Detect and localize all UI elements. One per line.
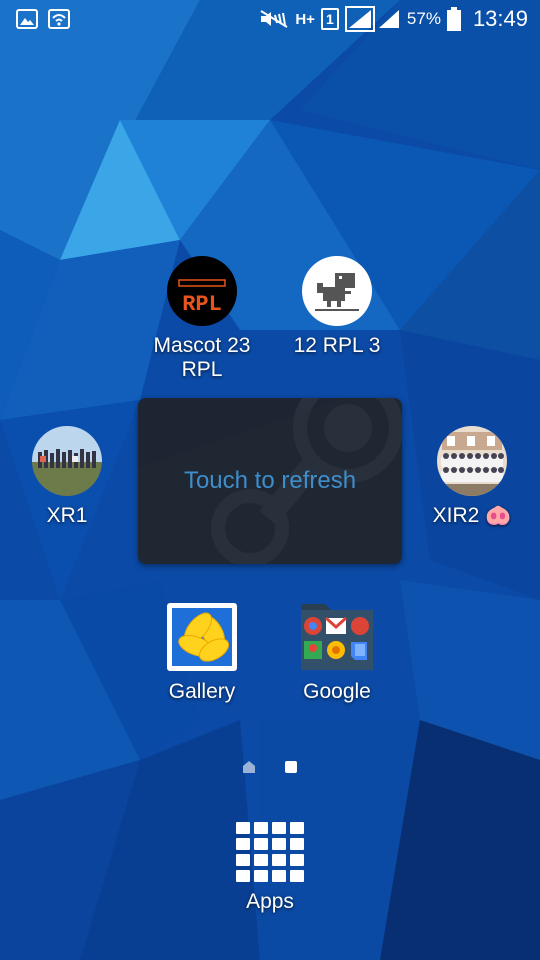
battery-icon [446, 7, 461, 31]
clock: 13:49 [472, 6, 528, 31]
app-label: Mascot 23 RPL [153, 334, 251, 381]
page-indicator [0, 760, 540, 779]
app-xir2[interactable]: XIR2 🐽 [397, 426, 540, 528]
page-dot-current[interactable] [284, 760, 298, 779]
apps-button[interactable]: Apps [220, 822, 320, 914]
app-label: 12 RPL 3 [293, 334, 381, 357]
folder-google[interactable]: Google [262, 598, 412, 704]
app-label: XIR2 🐽 [432, 504, 512, 527]
apps-label: Apps [246, 890, 294, 913]
xr1-photo-icon [32, 426, 102, 496]
app-label: Google [303, 680, 371, 703]
home-page-dot-icon[interactable] [242, 760, 256, 779]
mascot-rpl-icon: RPL [167, 256, 237, 326]
gallery-notification-icon [16, 9, 38, 29]
apps-grid-icon [236, 822, 304, 882]
signal-strength-icon [344, 6, 401, 32]
dino-icon [302, 256, 372, 326]
app-xr1[interactable]: XR1 [0, 426, 142, 528]
mute-icon [259, 9, 289, 29]
app-label: Gallery [168, 680, 236, 703]
app-mascot-23-rpl[interactable]: RPL Mascot 23 RPL [127, 256, 277, 382]
wifi-icon [48, 9, 70, 29]
google-folder-icon [299, 598, 375, 672]
gallery-icon [166, 602, 238, 672]
battery-percent: 57% [406, 9, 441, 28]
status-bar: H+ 1 57% 13:49 [0, 0, 540, 38]
app-label: XR1 [46, 504, 88, 527]
app-gallery[interactable]: Gallery [127, 602, 277, 704]
xir2-photo-icon [437, 426, 507, 496]
widget-refresh-text: Touch to refresh [183, 467, 357, 494]
sim-icon: 1 [320, 8, 339, 30]
steam-widget[interactable]: Touch to refresh [138, 398, 402, 564]
network-type-icon: H+ [295, 10, 315, 28]
mascot-logo-text: RPL [182, 292, 222, 317]
app-12-rpl-3[interactable]: 12 RPL 3 [262, 256, 412, 358]
sim-slot-label: 1 [326, 11, 334, 27]
